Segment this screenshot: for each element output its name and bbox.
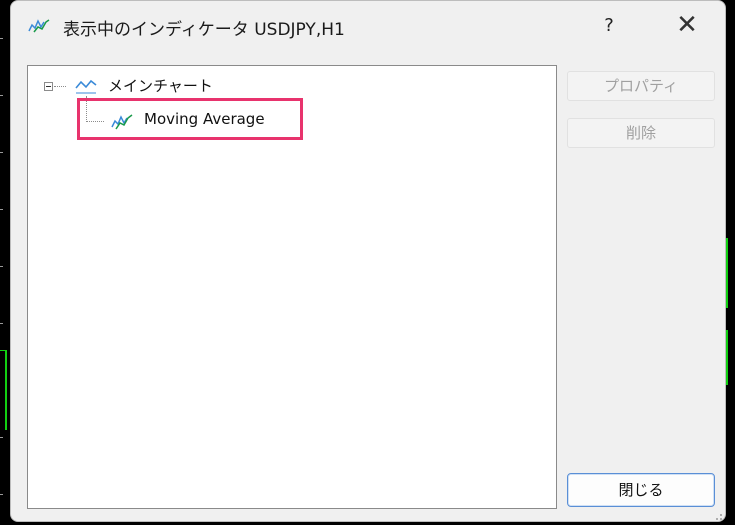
candle-bar [5, 350, 7, 430]
axis-tick [0, 323, 3, 324]
close-window-button[interactable]: ✕ [665, 9, 709, 43]
chart-line-icon [75, 79, 97, 94]
tree-connector [54, 86, 66, 87]
collapse-toggle-icon[interactable] [44, 82, 53, 91]
delete-button[interactable]: 削除 [567, 118, 715, 148]
axis-tick [0, 152, 3, 153]
indicators-dialog: 表示中のインディケータ USDJPY,H1 ? ✕ メインチャート Moving… [10, 0, 726, 522]
axis-tick [0, 437, 3, 438]
moving-average-icon [28, 19, 50, 33]
candle-bar [0, 350, 7, 351]
axis-tick [0, 209, 3, 210]
axis-tick [0, 494, 3, 495]
resize-grip-icon[interactable] [711, 509, 723, 521]
axis-tick [0, 38, 3, 39]
help-button[interactable]: ? [589, 9, 629, 43]
tree-node-main-chart[interactable]: メインチャート [108, 75, 213, 96]
title-bar: 表示中のインディケータ USDJPY,H1 ? ✕ [11, 1, 725, 51]
axis-tick [0, 95, 3, 96]
axis-tick [0, 266, 3, 267]
properties-button[interactable]: プロパティ [567, 71, 715, 101]
window-title: 表示中のインディケータ USDJPY,H1 [63, 20, 345, 40]
highlight-box [77, 98, 303, 140]
close-button[interactable]: 閉じる [567, 473, 715, 507]
candle-bar [726, 330, 728, 385]
candle-bar [726, 238, 728, 308]
